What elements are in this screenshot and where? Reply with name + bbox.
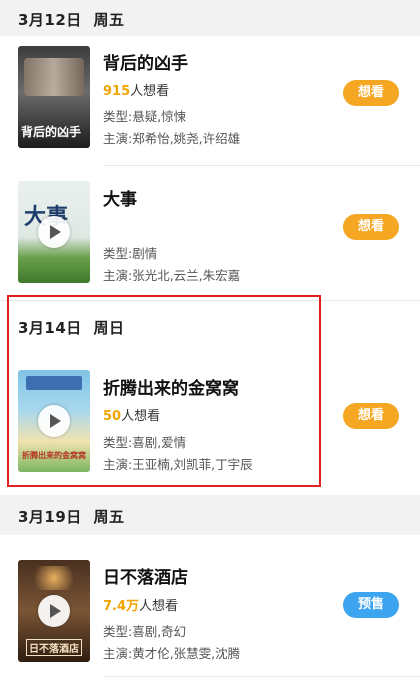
want-number: 50 (103, 409, 122, 424)
play-icon[interactable] (38, 595, 70, 627)
weekday-label: 周日 (93, 319, 125, 337)
movie-cast: 主演:王亚楠,刘凯菲,丁宇辰 (103, 457, 253, 472)
want-suffix: 人想看 (139, 599, 179, 614)
poster-title-text: 折腾出来的金窝窝 (22, 451, 86, 460)
poster-lights (28, 566, 80, 590)
movie-genre: 类型:喜剧,奇幻 (103, 624, 187, 639)
want-count: 7.4万人想看 (103, 595, 178, 614)
divider (0, 300, 420, 301)
movie-cast: 主演:黄才伦,张慧雯,沈腾 (103, 646, 241, 661)
date-header: 3月19日 周五 (18, 506, 125, 527)
divider (103, 676, 420, 677)
movie-cast: 主演:张光北,云兰,朱宏嘉 (103, 268, 241, 283)
want-suffix: 人想看 (130, 84, 170, 99)
movie-poster[interactable]: 日不落酒店 (18, 560, 90, 662)
play-icon[interactable] (38, 405, 70, 437)
want-count: 915人想看 (103, 80, 169, 99)
poster-title-text: 背后的凶手 (21, 125, 82, 139)
want-button[interactable]: 想看 (343, 403, 399, 429)
movie-title[interactable]: 大事 (103, 185, 137, 210)
date-label: 3月19日 (18, 508, 82, 526)
play-icon[interactable] (38, 216, 70, 248)
date-label: 3月14日 (18, 319, 82, 337)
want-number: 915 (103, 84, 131, 99)
weekday-label: 周五 (93, 11, 125, 29)
date-header: 3月14日 周日 (18, 317, 125, 338)
movie-title[interactable]: 日不落酒店 (103, 563, 188, 588)
movie-title[interactable]: 折腾出来的金窝窝 (103, 374, 239, 399)
poster-figures (24, 58, 84, 96)
want-button[interactable]: 想看 (343, 214, 399, 240)
movie-title[interactable]: 背后的凶手 (103, 49, 188, 74)
movie-poster[interactable]: 折腾出来的金窝窝 (18, 370, 90, 472)
movie-cast: 主演:郑希怡,姚尧,许绍雄 (103, 131, 241, 146)
presale-button[interactable]: 预售 (343, 592, 399, 618)
poster-title-text: 日不落酒店 (26, 639, 82, 656)
movie-poster[interactable]: 背后的凶手 (18, 46, 90, 148)
movie-genre: 类型:剧情 (103, 246, 158, 261)
date-label: 3月12日 (18, 11, 82, 29)
movie-genre: 类型:喜剧,爱情 (103, 435, 187, 450)
want-number: 7.4万 (103, 599, 140, 614)
date-header: 3月12日 周五 (18, 9, 125, 30)
want-count: 50人想看 (103, 405, 160, 424)
want-suffix: 人想看 (121, 409, 161, 424)
movie-poster[interactable]: 大事 (18, 181, 90, 283)
want-button[interactable]: 想看 (343, 80, 399, 106)
weekday-label: 周五 (93, 508, 125, 526)
divider (103, 165, 420, 166)
movie-genre: 类型:悬疑,惊悚 (103, 109, 187, 124)
poster-banner (26, 376, 82, 390)
